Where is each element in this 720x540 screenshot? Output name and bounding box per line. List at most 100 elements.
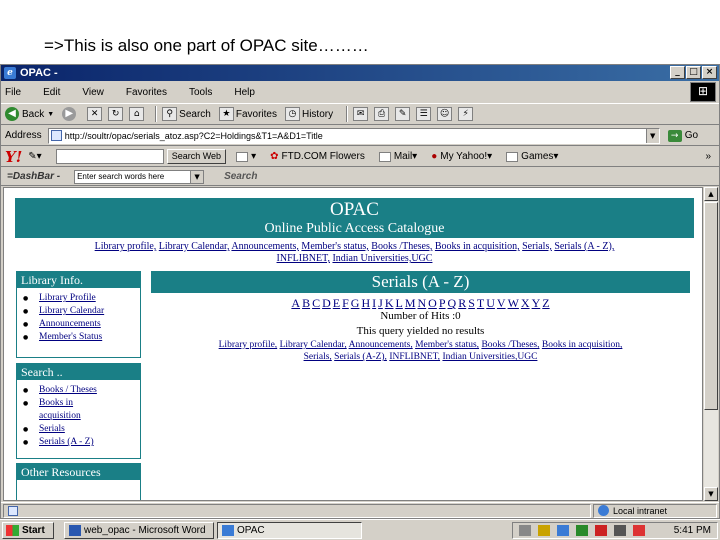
- menu-edit[interactable]: Edit: [43, 87, 60, 98]
- start-button[interactable]: Start: [2, 521, 54, 539]
- link-serials-a-z[interactable]: Serials (A-Z),: [334, 352, 387, 362]
- scroll-thumb[interactable]: [704, 202, 718, 410]
- side-link-books-theses[interactable]: Books / Theses: [23, 384, 140, 397]
- volume-icon[interactable]: [614, 525, 626, 536]
- link-library-profile[interactable]: Library profile,: [219, 340, 278, 350]
- letter-link[interactable]: F: [342, 296, 349, 310]
- menu-tools[interactable]: Tools: [189, 87, 212, 98]
- link-announcements[interactable]: Announcements,: [349, 340, 413, 350]
- messenger-icon[interactable]: ☺: [437, 107, 453, 121]
- link-inflibnet[interactable]: INFLIBNET,: [277, 253, 330, 264]
- letter-link[interactable]: K: [385, 296, 394, 310]
- menu-favorites[interactable]: Favorites: [126, 87, 167, 98]
- yahoo-search-button[interactable]: Search Web: [166, 149, 227, 164]
- link-serials-a-z[interactable]: Serials (A - Z),: [554, 241, 614, 252]
- favorites-button[interactable]: ★ Favorites: [218, 107, 277, 121]
- scroll-up-icon[interactable]: ▲: [704, 187, 718, 201]
- letter-link[interactable]: T: [477, 296, 484, 310]
- search-button[interactable]: ⚲ Search: [162, 107, 211, 121]
- letter-link[interactable]: O: [428, 296, 437, 310]
- yahoo-edit-icon[interactable]: ✎▾: [28, 151, 41, 162]
- letter-link[interactable]: R: [458, 296, 466, 310]
- minimize-button[interactable]: _: [670, 66, 685, 79]
- letter-link[interactable]: Y: [532, 296, 541, 310]
- letter-link[interactable]: E: [333, 296, 340, 310]
- update-icon[interactable]: [576, 525, 588, 536]
- task-word[interactable]: web_opac - Microsoft Word: [64, 521, 214, 539]
- letter-link[interactable]: A: [291, 296, 300, 310]
- yahoo-logo[interactable]: Y!: [5, 148, 22, 166]
- more-chevron-icon[interactable]: »: [705, 151, 711, 162]
- letter-link[interactable]: C: [312, 296, 320, 310]
- letter-link[interactable]: D: [322, 296, 331, 310]
- side-link-books-acquisition[interactable]: Books in acquisition: [23, 397, 117, 423]
- letter-link[interactable]: V: [497, 296, 506, 310]
- letter-link[interactable]: M: [405, 296, 416, 310]
- letter-link[interactable]: S: [468, 296, 475, 310]
- dashbar-search-button[interactable]: Search: [224, 171, 257, 182]
- address-input[interactable]: http://soultr/opac/serials_atoz.asp?C2=H…: [47, 127, 660, 144]
- link-members-status[interactable]: Member's status,: [415, 340, 479, 350]
- letter-link[interactable]: U: [486, 296, 495, 310]
- side-link-members-status[interactable]: Member's Status: [23, 331, 140, 344]
- yahoo-search-input[interactable]: [55, 149, 164, 164]
- close-button[interactable]: ×: [702, 66, 717, 79]
- yahoo-flowers-link[interactable]: ✿ FTD.COM Flowers: [270, 151, 365, 162]
- link-library-calendar[interactable]: Library Calendar,: [159, 241, 230, 252]
- link-announcements[interactable]: Announcements,: [231, 241, 299, 252]
- link-indian-universities[interactable]: Indian Universities,UGC: [442, 352, 537, 362]
- letter-link[interactable]: X: [521, 296, 530, 310]
- link-inflibnet[interactable]: INFLIBNET,: [389, 352, 440, 362]
- vertical-scrollbar[interactable]: ▲ ▼: [704, 187, 718, 501]
- letter-link[interactable]: N: [418, 296, 427, 310]
- link-serials[interactable]: Serials,: [522, 241, 552, 252]
- address-dropdown-icon[interactable]: ▼: [645, 128, 659, 143]
- side-link-serials-a-z[interactable]: Serials (A - Z): [23, 436, 140, 449]
- side-link-serials[interactable]: Serials: [23, 423, 140, 436]
- discuss-icon[interactable]: ☰: [416, 107, 432, 121]
- link-books-acquisition[interactable]: Books in acquisition,: [542, 340, 623, 350]
- sync-icon[interactable]: [557, 525, 569, 536]
- letter-link[interactable]: P: [439, 296, 446, 310]
- link-books-theses[interactable]: Books /Theses,: [481, 340, 539, 350]
- letter-link[interactable]: L: [395, 296, 402, 310]
- letter-link[interactable]: I: [372, 296, 376, 310]
- forward-button[interactable]: ▶: [62, 107, 79, 121]
- letter-link[interactable]: Z: [542, 296, 549, 310]
- side-link-library-calendar[interactable]: Library Calendar: [23, 305, 140, 318]
- letter-link[interactable]: J: [378, 296, 383, 310]
- letter-link[interactable]: Q: [448, 296, 457, 310]
- link-library-profile[interactable]: Library profile,: [95, 241, 157, 252]
- my-yahoo-link[interactable]: ● My Yahoo! ▾: [431, 151, 492, 162]
- link-books-acquisition[interactable]: Books in acquisition,: [435, 241, 520, 252]
- dashbar-search-input[interactable]: Enter search words here ▼: [74, 169, 205, 184]
- network-icon[interactable]: [519, 525, 531, 536]
- letter-link[interactable]: B: [302, 296, 310, 310]
- menu-help[interactable]: Help: [234, 87, 255, 98]
- menu-file[interactable]: File: [5, 87, 21, 98]
- letter-link[interactable]: H: [361, 296, 370, 310]
- yahoo-games-link[interactable]: Games ▾: [506, 151, 558, 162]
- maximize-button[interactable]: □: [686, 66, 701, 79]
- home-icon[interactable]: ⌂: [129, 107, 145, 121]
- yahoo-mail-link[interactable]: Mail ▾: [378, 151, 417, 162]
- research-icon[interactable]: ⚡: [458, 107, 474, 121]
- link-books-theses[interactable]: Books /Theses,: [371, 241, 432, 252]
- history-button[interactable]: ◷ History: [284, 107, 333, 121]
- menu-view[interactable]: View: [82, 87, 104, 98]
- task-opac[interactable]: OPAC: [217, 521, 362, 539]
- refresh-icon[interactable]: ↻: [108, 107, 124, 121]
- dashbar-label[interactable]: =DashBar -: [7, 171, 60, 182]
- link-library-calendar[interactable]: Library Calendar,: [280, 340, 347, 350]
- letter-link[interactable]: G: [351, 296, 360, 310]
- security-icon[interactable]: [595, 525, 607, 536]
- mail-icon[interactable]: ✉: [353, 107, 369, 121]
- back-dropdown-icon[interactable]: ▼: [47, 111, 54, 118]
- print-icon[interactable]: ⎙: [374, 107, 390, 121]
- link-serials[interactable]: Serials,: [304, 352, 332, 362]
- link-members-status[interactable]: Member's status,: [301, 241, 368, 252]
- side-link-library-profile[interactable]: Library Profile: [23, 292, 140, 305]
- yahoo-bookmark-item[interactable]: ▾: [236, 151, 256, 162]
- edit-icon[interactable]: ✎: [395, 107, 411, 121]
- side-link-announcements[interactable]: Announcements: [23, 318, 140, 331]
